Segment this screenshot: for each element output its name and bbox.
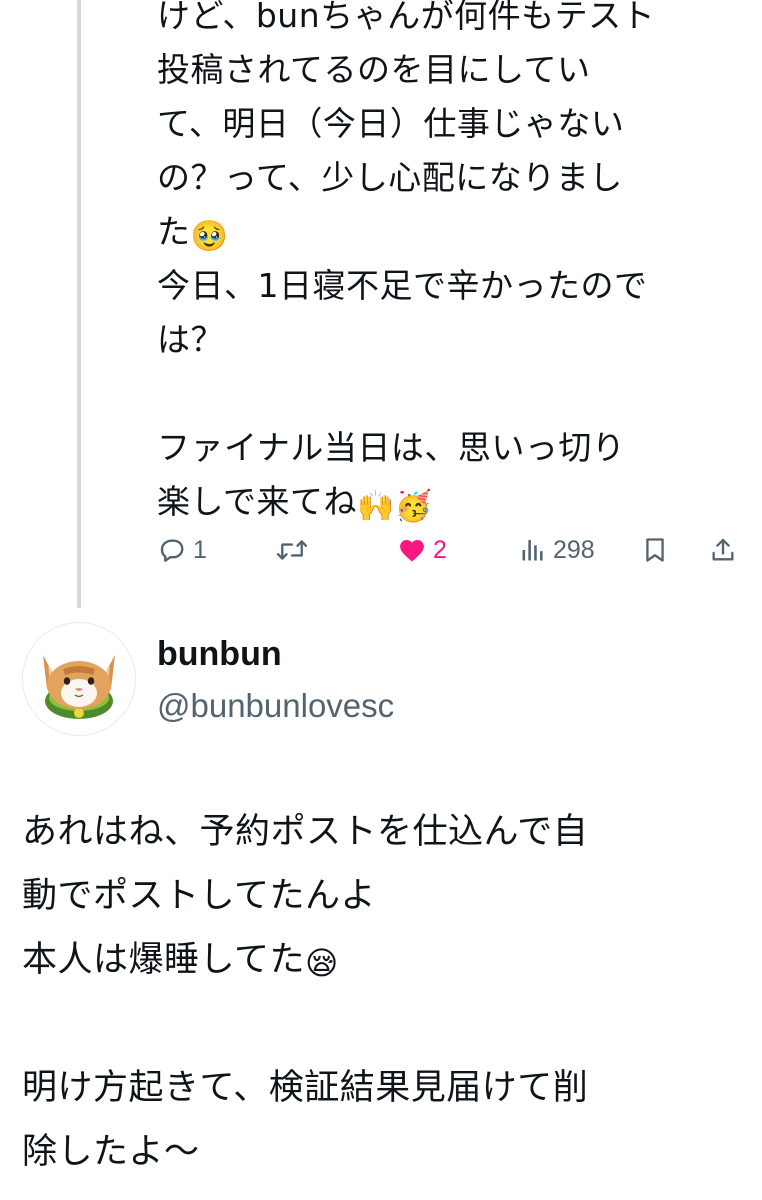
reply-post-line: 動でポストしてたんよ — [22, 876, 376, 916]
author-display-name[interactable]: bunbun — [157, 630, 282, 678]
reply-post-line: 本人は爆睡してた😪 — [22, 928, 742, 992]
views-button[interactable]: 298 — [519, 528, 595, 572]
parent-post-line: 投稿されてるのを目にしてい — [157, 50, 591, 89]
parent-post-line: けど、bunちゃんが何件もテスト — [157, 0, 656, 35]
repost-icon — [276, 540, 308, 560]
reply-count: 1 — [193, 535, 207, 564]
parent-post-line: て、明日（今日）仕事じゃない — [157, 104, 625, 143]
parent-post-line: 楽しで来てね🙌🥳 — [157, 475, 737, 529]
like-count: 2 — [433, 535, 447, 564]
reply-post-line: あれはね、予約ポストを仕込んで自 — [22, 812, 589, 852]
pleading-face-emoji-icon: 🥹 — [190, 219, 229, 254]
parent-post-line: た🥹 — [157, 205, 737, 259]
share-icon — [712, 538, 734, 561]
repost-button[interactable] — [275, 528, 315, 572]
reply-icon — [160, 539, 184, 562]
thread-connector-line — [77, 0, 81, 608]
like-button[interactable]: 2 — [397, 528, 447, 572]
parent-post-blank-line — [157, 367, 737, 421]
heart-icon — [400, 540, 424, 562]
reply-post-line-text: 本人は爆睡してた — [22, 940, 305, 980]
raising-hands-emoji-icon: 🙌 — [357, 489, 395, 524]
avatar[interactable] — [22, 622, 136, 736]
reply-post-text: あれはね、予約ポストを仕込んで自 動でポストしてたんよ 本人は爆睡してた😪 明け… — [22, 800, 742, 1184]
sleepy-face-emoji-icon: 😪 — [304, 944, 339, 982]
author-handle[interactable]: @bunbunlovesc — [157, 682, 394, 730]
reply-post-line: 除したよ〜 — [22, 1132, 200, 1172]
parent-post-line: ファイナル当日は、思いっ切り — [157, 428, 626, 467]
views-count: 298 — [553, 535, 595, 564]
bookmark-icon — [646, 538, 664, 562]
parent-post-line: の？って、少し心配になりまし — [157, 158, 623, 197]
views-icon — [522, 540, 543, 561]
reply-post-blank-line — [22, 992, 742, 1056]
parent-post-line: は？ — [157, 320, 224, 359]
partying-face-emoji-icon: 🥳 — [394, 489, 433, 524]
parent-post-line-text: 楽しで来てね — [157, 482, 358, 521]
parent-post-line: 今日、1日寝不足で辛かったので — [157, 266, 648, 305]
parent-post-action-bar: 1 2 298 — [157, 528, 747, 572]
bookmark-button[interactable] — [641, 528, 669, 572]
reply-post-line: 明け方起きて、検証結果見届けて削 — [22, 1068, 589, 1108]
parent-post-text: けど、bunちゃんが何件もテスト 投稿されてるのを目にしてい て、明日（今日）仕… — [157, 0, 737, 529]
share-button[interactable] — [709, 528, 737, 572]
cat-avatar-icon — [43, 655, 115, 719]
parent-post-line-text: た — [157, 212, 191, 251]
reply-button[interactable]: 1 — [157, 528, 207, 572]
